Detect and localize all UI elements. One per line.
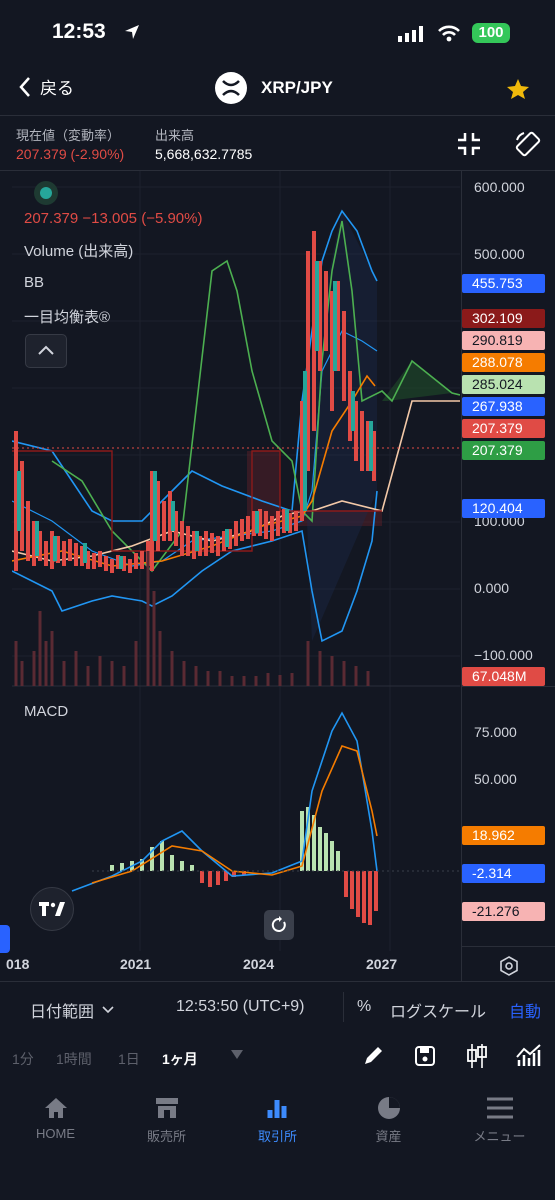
nav-store[interactable]: 販売所 <box>111 1096 222 1145</box>
pair-name: XRP/JPY <box>261 78 333 97</box>
candle-type-icon[interactable] <box>466 1043 488 1069</box>
price-value: 207.379 (-2.90%) <box>16 146 125 162</box>
price-badge: 267.938 <box>462 397 545 416</box>
price-badge: 455.753 <box>462 274 545 293</box>
price-badge: 290.819 <box>462 331 545 350</box>
macd-histogram <box>110 807 378 925</box>
nav-assets-label: 資産 <box>375 1129 402 1144</box>
store-icon <box>155 1098 178 1118</box>
date-range-button[interactable]: 日付範囲 <box>30 998 114 1022</box>
rotate-screen-icon[interactable] <box>514 130 542 158</box>
back-label: 戻る <box>40 79 74 98</box>
interval-1m[interactable]: 1分 <box>12 1049 34 1069</box>
nav-exchange[interactable]: 取引所 <box>222 1096 333 1145</box>
legend-price: 207.379 −13.005 (−5.90%) <box>24 210 203 227</box>
nav-exchange-label: 取引所 <box>257 1129 297 1144</box>
x-tick: 2021 <box>120 956 152 972</box>
macd-y-tick: 50.000 <box>474 771 517 787</box>
x-tick: 018 <box>6 956 30 972</box>
current-time: 12:53:50 (UTC+9) <box>176 998 305 1015</box>
refresh-icon <box>271 916 286 932</box>
collapse-legend-button[interactable] <box>25 334 67 368</box>
wifi-icon <box>438 25 460 42</box>
volume-label: 出来高 <box>155 128 195 143</box>
status-time: 12:53 <box>52 20 106 43</box>
log-scale-toggle[interactable]: ログスケール <box>390 998 486 1022</box>
battery-indicator: 100 <box>472 23 510 43</box>
y-tick: −100.000 <box>474 647 533 663</box>
nav-menu[interactable]: メニュー <box>444 1096 555 1145</box>
interval-1d[interactable]: 1日 <box>118 1049 140 1069</box>
volume-badge: 67.048M <box>462 667 545 686</box>
macd-badge: -2.314 <box>462 864 545 883</box>
home-icon <box>44 1098 67 1118</box>
x-tick: 2027 <box>366 956 398 972</box>
tradingview-logo-icon[interactable] <box>30 887 74 931</box>
auto-scale-toggle[interactable]: 自動 <box>509 998 541 1022</box>
indicator-volume[interactable]: Volume (出来高) <box>24 240 133 261</box>
bar-chart-icon <box>267 1100 286 1118</box>
pencil-icon[interactable] <box>362 1045 384 1067</box>
price-badge: 288.078 <box>462 353 545 372</box>
pair-title: XRP/JPY <box>215 72 333 104</box>
interval-1h[interactable]: 1時間 <box>56 1049 92 1069</box>
price-chart[interactable] <box>12 171 460 951</box>
xrp-logo-icon <box>215 72 247 104</box>
settings-hexagon-icon[interactable] <box>498 955 520 977</box>
price-badge: 207.379 <box>462 419 545 438</box>
macd-badge: 18.962 <box>462 826 545 845</box>
y-tick: 0.000 <box>474 580 510 596</box>
interval-1mo[interactable]: 1ヶ月 <box>162 1049 198 1069</box>
macd-y-tick: 75.000 <box>474 724 517 740</box>
date-range-label: 日付範囲 <box>30 1004 95 1021</box>
indicators-icon[interactable] <box>515 1043 543 1067</box>
save-icon[interactable] <box>414 1045 436 1067</box>
pie-chart-icon <box>377 1097 400 1119</box>
chevron-down-icon <box>102 1006 114 1014</box>
price-badge: 207.379 <box>462 441 545 460</box>
nav-assets[interactable]: 資産 <box>333 1096 444 1145</box>
x-tick: 2024 <box>243 956 275 972</box>
favorite-star-icon[interactable] <box>506 78 530 100</box>
side-panel-handle[interactable] <box>0 925 10 953</box>
nav-store-label: 販売所 <box>146 1129 186 1144</box>
macd-badge: -21.276 <box>462 902 545 921</box>
percent-toggle[interactable]: % <box>357 998 371 1016</box>
chevron-left-icon <box>19 76 30 97</box>
chevron-up-icon <box>38 345 54 355</box>
indicator-bb[interactable]: BB <box>24 274 44 291</box>
menu-icon <box>486 1097 513 1119</box>
price-axis[interactable]: 600.000 500.000 100.000 0.000 −100.000 4… <box>461 171 555 981</box>
indicator-ichimoku[interactable]: 一目均衡表® <box>24 306 110 327</box>
price-badge: 285.024 <box>462 375 545 394</box>
reset-chart-button[interactable] <box>264 910 294 940</box>
volume-value: 5,668,632.7785 <box>155 146 253 162</box>
location-arrow-icon <box>125 25 139 39</box>
collapse-icon[interactable] <box>456 131 482 157</box>
price-badge: 302.109 <box>462 309 545 328</box>
price-label: 現在値（変動率） <box>16 128 121 143</box>
macd-signal-line <box>91 745 378 884</box>
back-button[interactable]: 戻る <box>18 74 74 99</box>
nav-home[interactable]: HOME <box>0 1096 111 1141</box>
ichimoku-cloud-future <box>382 361 452 401</box>
nav-menu-label: メニュー <box>473 1129 526 1144</box>
cellular-signal-icon <box>398 26 423 42</box>
nav-home-label: HOME <box>36 1126 75 1141</box>
interval-dropdown-icon[interactable] <box>231 1050 243 1059</box>
y-tick: 500.000 <box>474 246 525 262</box>
price-badge: 120.404 <box>462 499 545 518</box>
status-dot <box>34 181 58 205</box>
axis-divider <box>0 981 555 982</box>
macd-label: MACD <box>24 703 69 720</box>
header-divider <box>0 115 555 116</box>
y-tick: 600.000 <box>474 179 525 195</box>
